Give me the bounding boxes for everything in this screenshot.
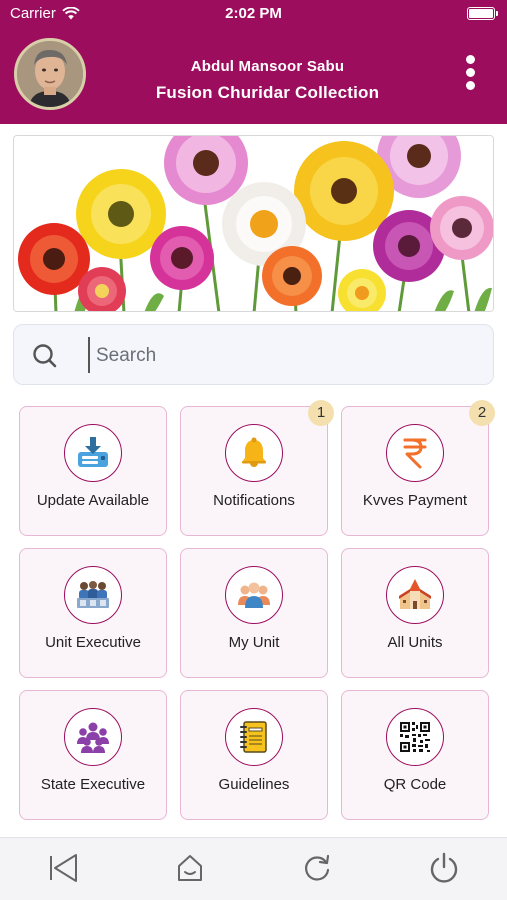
building-icon — [386, 566, 444, 624]
tile-label: All Units — [387, 634, 443, 651]
status-time: 2:02 PM — [225, 5, 282, 22]
tile-state-executive[interactable]: State Executive — [19, 690, 167, 820]
tile-guidelines[interactable]: Guidelines — [180, 690, 328, 820]
rupee-icon — [386, 424, 444, 482]
payment-badge: 2 — [469, 400, 495, 426]
banner-image — [13, 135, 494, 312]
qr-code-icon — [386, 708, 444, 766]
tile-all-units[interactable]: All Units — [341, 548, 489, 678]
tile-label: State Executive — [40, 776, 146, 793]
refresh-icon[interactable] — [300, 851, 334, 885]
notebook-icon — [225, 708, 283, 766]
people-icon — [64, 708, 122, 766]
tile-qr-code[interactable]: QR Code — [341, 690, 489, 820]
tile-label: Notifications — [213, 492, 295, 509]
download-update-icon — [64, 424, 122, 482]
power-icon[interactable] — [427, 851, 461, 885]
tile-label: Update Available — [36, 492, 150, 509]
home-icon[interactable] — [173, 851, 207, 885]
tile-notifications[interactable]: Notifications — [180, 406, 328, 536]
team-icon — [225, 566, 283, 624]
notification-badge: 1 — [308, 400, 334, 426]
tile-unit-executive[interactable]: Unit Executive — [19, 548, 167, 678]
tile-label: Kvves Payment — [362, 492, 468, 509]
group-icon — [64, 566, 122, 624]
tile-label: QR Code — [383, 776, 447, 793]
tile-kvves-payment[interactable]: Kvves Payment — [341, 406, 489, 536]
profile-name: Abdul Mansoor Sabu — [190, 58, 345, 75]
tile-label: Guidelines — [218, 776, 290, 793]
avatar[interactable] — [14, 38, 86, 110]
search-bar[interactable]: Search — [13, 324, 494, 385]
bottom-nav-bar — [0, 837, 507, 900]
app-header: Carrier 2:02 PM Abdul Mansoor Sabu Fusio… — [0, 0, 507, 124]
shop-name: Fusion Churidar Collection — [155, 83, 380, 102]
back-icon[interactable] — [47, 851, 81, 885]
search-icon — [33, 344, 57, 368]
more-vertical-icon[interactable] — [460, 55, 480, 95]
tile-label: Unit Executive — [45, 634, 141, 651]
tile-my-unit[interactable]: My Unit — [180, 548, 328, 678]
bell-icon — [225, 424, 283, 482]
tile-label: My Unit — [228, 634, 280, 651]
tile-update-available[interactable]: Update Available — [19, 406, 167, 536]
search-caret — [88, 337, 90, 373]
search-input[interactable]: Search — [96, 345, 156, 367]
battery-icon — [467, 7, 498, 20]
status-bar: Carrier 2:02 PM — [0, 0, 507, 28]
